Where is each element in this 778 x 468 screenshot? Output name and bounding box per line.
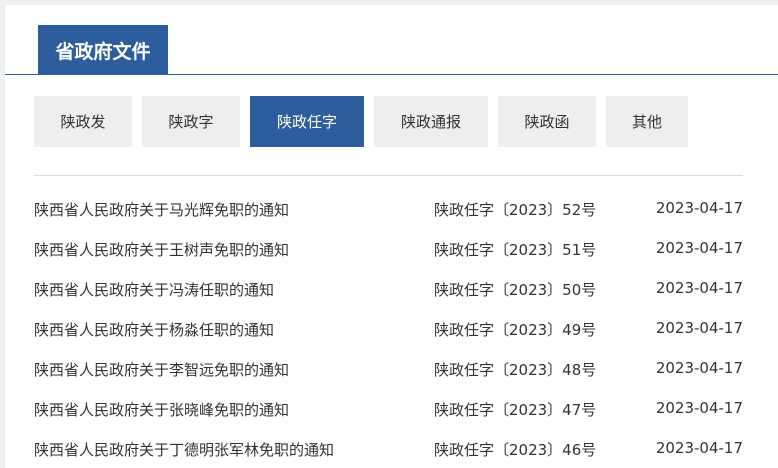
tab-shaanzhengtongbao[interactable]: 陕政通报 — [374, 96, 488, 147]
document-title-link[interactable]: 陕西省人民政府关于丁德明张军林免职的通知 — [34, 439, 334, 460]
document-number: 陕政任字〔2023〕47号 — [434, 401, 597, 419]
document-number: 陕政任字〔2023〕46号 — [434, 441, 597, 459]
list-item: 陕西省人民政府关于冯涛任职的通知 陕政任字〔2023〕50号 2023-04-1… — [34, 279, 743, 303]
title-divider — [5, 74, 778, 75]
document-title-link[interactable]: 陕西省人民政府关于杨淼任职的通知 — [34, 319, 274, 340]
document-number: 陕政任字〔2023〕49号 — [434, 321, 597, 339]
list-item: 陕西省人民政府关于杨淼任职的通知 陕政任字〔2023〕49号 2023-04-1… — [34, 319, 743, 343]
documents-panel: 省政府文件 陕政发 陕政字 陕政任字 陕政通报 陕政函 其他 陕西省人民政府关于… — [5, 5, 778, 468]
document-title-link[interactable]: 陕西省人民政府关于马光辉免职的通知 — [34, 199, 289, 220]
document-date: 2023-04-17 — [655, 319, 743, 337]
document-date: 2023-04-17 — [655, 199, 743, 217]
document-title-link[interactable]: 陕西省人民政府关于冯涛任职的通知 — [34, 279, 274, 300]
document-title-link[interactable]: 陕西省人民政府关于张晓峰免职的通知 — [34, 399, 289, 420]
list-divider — [34, 175, 743, 176]
tab-shaanzhengfa[interactable]: 陕政发 — [34, 96, 132, 147]
list-item: 陕西省人民政府关于马光辉免职的通知 陕政任字〔2023〕52号 2023-04-… — [34, 199, 743, 223]
document-date: 2023-04-17 — [655, 359, 743, 377]
list-item: 陕西省人民政府关于张晓峰免职的通知 陕政任字〔2023〕47号 2023-04-… — [34, 399, 743, 423]
tab-other[interactable]: 其他 — [606, 96, 688, 147]
document-date: 2023-04-17 — [655, 239, 743, 257]
document-number: 陕政任字〔2023〕51号 — [434, 241, 597, 259]
document-number: 陕政任字〔2023〕52号 — [434, 201, 597, 219]
list-item: 陕西省人民政府关于李智远免职的通知 陕政任字〔2023〕48号 2023-04-… — [34, 359, 743, 383]
document-title-link[interactable]: 陕西省人民政府关于李智远免职的通知 — [34, 359, 289, 380]
tab-shaanzhengzi[interactable]: 陕政字 — [142, 96, 240, 147]
document-date: 2023-04-17 — [655, 439, 743, 457]
tab-shaanzhengrenzi[interactable]: 陕政任字 — [250, 96, 364, 147]
document-date: 2023-04-17 — [655, 399, 743, 417]
document-number: 陕政任字〔2023〕50号 — [434, 281, 597, 299]
document-number: 陕政任字〔2023〕48号 — [434, 361, 597, 379]
list-item: 陕西省人民政府关于王树声免职的通知 陕政任字〔2023〕51号 2023-04-… — [34, 239, 743, 263]
list-item: 陕西省人民政府关于丁德明张军林免职的通知 陕政任字〔2023〕46号 2023-… — [34, 439, 743, 463]
section-title: 省政府文件 — [38, 25, 168, 75]
tab-shaanzhenghan[interactable]: 陕政函 — [498, 96, 596, 147]
document-title-link[interactable]: 陕西省人民政府关于王树声免职的通知 — [34, 239, 289, 260]
document-date: 2023-04-17 — [655, 279, 743, 297]
